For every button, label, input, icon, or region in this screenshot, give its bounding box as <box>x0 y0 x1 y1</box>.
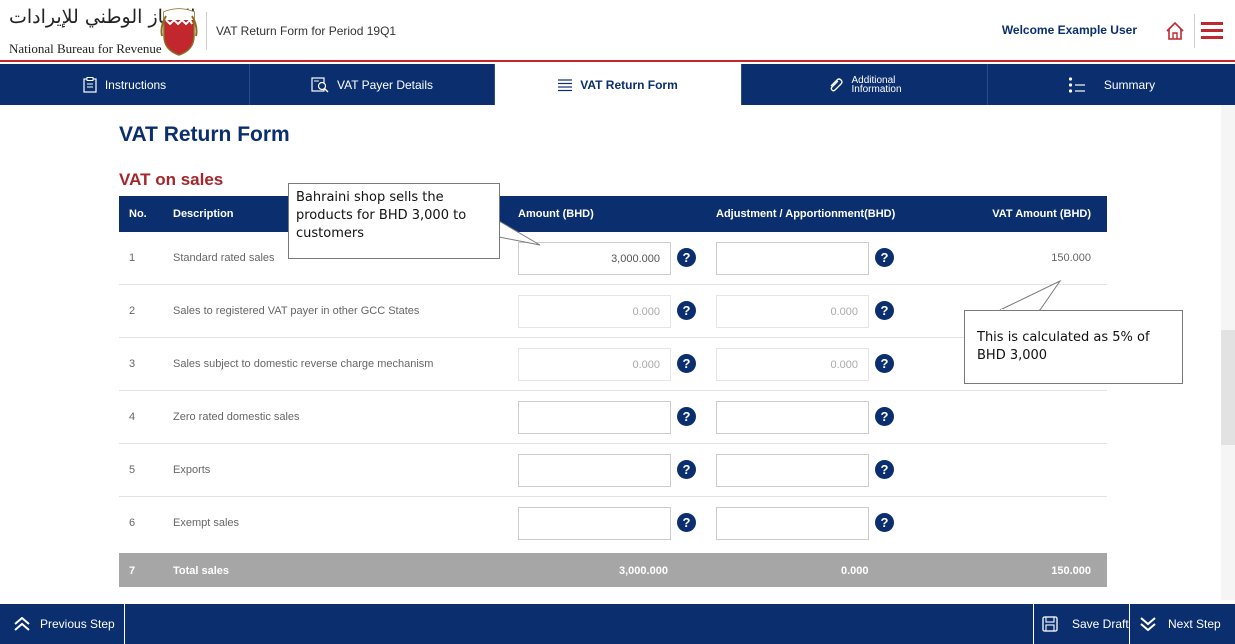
tab-label: VAT Return Form <box>580 77 678 92</box>
help-icon[interactable]: ? <box>875 248 894 267</box>
tab-vat-payer-details[interactable]: VAT Payer Details <box>250 64 495 105</box>
row-number: 6 <box>129 517 136 529</box>
welcome-user[interactable]: Welcome Example User <box>1002 23 1137 37</box>
tab-summary[interactable]: Summary <box>988 64 1235 105</box>
row-number: 4 <box>129 411 136 423</box>
amount-input[interactable] <box>518 401 671 434</box>
amount-input <box>518 348 671 381</box>
tab-instructions[interactable]: Instructions <box>0 64 250 105</box>
total-vat: 150.000 <box>1051 565 1091 577</box>
callout-shop-sale: Bahraini shop sells the products for BHD… <box>288 183 500 259</box>
help-icon[interactable]: ? <box>875 513 894 532</box>
total-adjustment: 0.000 <box>841 565 869 577</box>
amount-input <box>518 295 671 328</box>
summary-list-icon <box>1068 76 1085 93</box>
adjustment-input[interactable] <box>716 454 869 487</box>
floppy-disk-icon <box>1042 616 1058 632</box>
vat-sales-table: No. Description Amount (BHD) Adjustment … <box>119 196 1107 587</box>
double-chevron-up-icon <box>14 617 30 631</box>
row-number: 7 <box>129 565 136 577</box>
save-draft-label: Save Draft <box>1072 617 1129 631</box>
adjustment-input <box>716 295 869 328</box>
step-tabs: Instructions VAT Payer Details VAT Retur… <box>0 64 1235 105</box>
table-row: 3 Sales subject to domestic reverse char… <box>119 338 1107 391</box>
footer-bar: Previous Step Save Draft Next Step <box>0 604 1235 644</box>
adjustment-input[interactable] <box>716 507 869 540</box>
total-amount: 3,000.000 <box>619 565 668 577</box>
home-icon[interactable] <box>1164 20 1186 42</box>
help-icon[interactable]: ? <box>875 354 894 373</box>
row-number: 2 <box>129 305 136 317</box>
row-description: Sales subject to domestic reverse charge… <box>173 358 434 370</box>
col-adjustment: Adjustment / Apportionment(BHD) <box>716 208 896 220</box>
row-description: Exempt sales <box>173 517 240 529</box>
adjustment-input <box>716 348 869 381</box>
callout-vat-calculation: This is calculated as 5% of BHD 3,000 <box>964 310 1183 384</box>
help-icon[interactable]: ? <box>677 354 696 373</box>
table-row: 4 Zero rated domestic sales ? ? <box>119 391 1107 444</box>
help-icon[interactable]: ? <box>677 513 696 532</box>
help-icon[interactable]: ? <box>677 248 696 267</box>
hamburger-menu-icon[interactable] <box>1201 22 1223 40</box>
help-icon[interactable]: ? <box>677 301 696 320</box>
row-number: 5 <box>129 464 136 476</box>
next-step-label: Next Step <box>1168 617 1221 631</box>
header-divider-right <box>1194 14 1195 48</box>
row-number: 3 <box>129 358 136 370</box>
previous-step-label: Previous Step <box>40 617 115 631</box>
table-row: 2 Sales to registered VAT payer in other… <box>119 285 1107 338</box>
amount-input[interactable] <box>518 454 671 487</box>
paperclip-icon <box>831 77 844 91</box>
table-row: 1 Standard rated sales ? ? 150.000 <box>119 232 1107 285</box>
row-description: Standard rated sales <box>173 252 275 264</box>
total-label: Total sales <box>173 565 230 577</box>
col-no: No. <box>129 208 147 220</box>
amount-input[interactable] <box>518 507 671 540</box>
double-chevron-down-icon <box>1140 617 1156 631</box>
col-description: Description <box>173 208 234 220</box>
row-description: Exports <box>173 464 211 476</box>
page-title: VAT Return Form <box>119 123 290 146</box>
tab-label: Instructions <box>104 77 167 92</box>
row-description: Sales to registered VAT payer in other G… <box>173 305 420 317</box>
tab-label: VAT Payer Details <box>336 77 434 92</box>
header-divider <box>206 12 207 50</box>
col-amount: Amount (BHD) <box>518 208 594 220</box>
next-step-button[interactable]: Next Step <box>1130 604 1235 644</box>
scrollbar-thumb[interactable] <box>1221 330 1235 445</box>
col-vat-amount: VAT Amount (BHD) <box>992 208 1091 220</box>
table-row: 5 Exports ? ? <box>119 444 1107 497</box>
row-description: Zero rated domestic sales <box>173 411 300 423</box>
row-number: 1 <box>129 252 136 264</box>
tab-vat-return-form[interactable]: VAT Return Form <box>495 64 742 105</box>
logo-english: National Bureau for Revenue <box>9 41 162 56</box>
table-row: 6 Exempt sales ? ? <box>119 497 1107 550</box>
help-icon[interactable]: ? <box>677 460 696 479</box>
adjustment-input[interactable] <box>716 242 869 275</box>
save-draft-button[interactable]: Save Draft <box>1033 604 1130 644</box>
help-icon[interactable]: ? <box>875 407 894 426</box>
previous-step-button[interactable]: Previous Step <box>0 604 125 644</box>
clipboard-icon <box>83 76 97 93</box>
list-icon <box>558 78 573 91</box>
adjustment-input[interactable] <box>716 401 869 434</box>
help-icon[interactable]: ? <box>677 407 696 426</box>
vat-amount-value: 150.000 <box>1051 252 1091 264</box>
app-header: الجهاز الوطني للإيرادات National Bureau … <box>0 0 1235 62</box>
help-icon[interactable]: ? <box>875 301 894 320</box>
emblem-logo-icon <box>160 8 198 56</box>
tab-label: Summary <box>1103 77 1156 92</box>
person-search-icon <box>311 76 329 92</box>
tab-additional-information[interactable]: Additional Information <box>742 64 988 105</box>
section-title: VAT on sales <box>119 170 224 189</box>
amount-input[interactable] <box>518 242 671 275</box>
total-row: 7 Total sales 3,000.000 0.000 150.000 <box>119 553 1107 587</box>
tab-label: Additional Information <box>851 74 902 95</box>
table-header: No. Description Amount (BHD) Adjustment … <box>119 196 1107 232</box>
form-title: VAT Return Form for Period 19Q1 <box>216 24 397 38</box>
help-icon[interactable]: ? <box>875 460 894 479</box>
